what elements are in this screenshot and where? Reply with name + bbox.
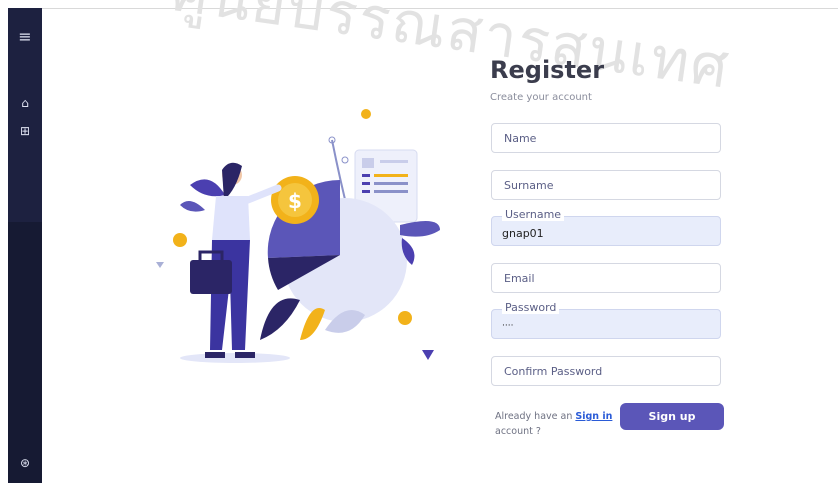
triangle-deco	[422, 350, 434, 360]
dot-yellow-top	[361, 109, 371, 119]
user-icon[interactable]: ⊛	[8, 456, 42, 470]
username-field[interactable]: Username gnap01	[491, 208, 721, 246]
menu-icon[interactable]: ≡	[8, 29, 42, 45]
briefcase-icon	[190, 260, 232, 294]
home-icon[interactable]: ⌂	[8, 96, 42, 110]
name-placeholder: Name	[504, 132, 537, 145]
coin-small-left	[173, 233, 187, 247]
password-field[interactable]: Password ····	[491, 301, 721, 339]
confirm-password-placeholder: Confirm Password	[504, 365, 603, 378]
register-illustration: $	[150, 100, 450, 370]
illustration-svg: $	[156, 109, 440, 363]
surname-field[interactable]: Surname	[491, 170, 721, 200]
username-label: Username	[502, 208, 565, 221]
triangle-deco-small	[156, 262, 164, 268]
name-field[interactable]: Name	[491, 123, 721, 153]
username-value: gnap01	[502, 227, 544, 240]
page-subtitle: Create your account	[490, 92, 592, 103]
watermark: ศูนย์บรรณสารสนเทศ	[167, 0, 735, 102]
confirm-password-field[interactable]: Confirm Password	[491, 356, 721, 386]
already-text-2: account ?	[495, 426, 541, 437]
page-title: Register	[490, 56, 605, 84]
email-placeholder: Email	[504, 272, 535, 285]
password-value: ····	[502, 321, 514, 331]
svg-text:$: $	[288, 189, 302, 213]
signup-button[interactable]: Sign up	[620, 403, 724, 430]
already-account-text: Already have an Sign in account ?	[495, 409, 620, 439]
signin-link[interactable]: Sign in	[575, 411, 612, 422]
email-field[interactable]: Email	[491, 263, 721, 293]
coin-small-right	[398, 311, 412, 325]
password-label: Password	[502, 301, 560, 314]
apps-icon[interactable]: ⊞	[8, 124, 42, 138]
already-text: Already have an	[495, 411, 573, 422]
sidebar: ≡ ⌂ ⊞ ⊛	[8, 8, 42, 483]
window-left-border	[0, 0, 8, 483]
surname-placeholder: Surname	[504, 179, 554, 192]
window-top-bar	[0, 0, 838, 9]
